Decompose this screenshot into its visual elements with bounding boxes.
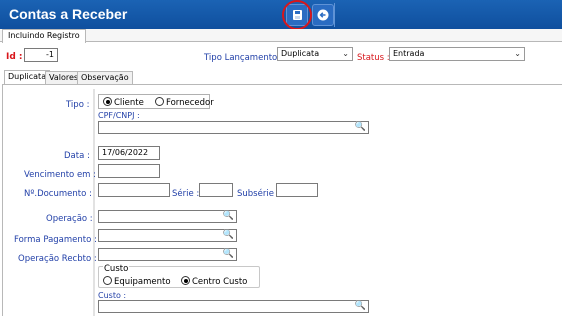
tipo-lancamento-label: Tipo Lançamento :: [204, 53, 283, 63]
back-button[interactable]: [312, 4, 334, 26]
radio-fornecedor[interactable]: Fornecedor: [155, 97, 214, 108]
search-icon[interactable]: 🔍: [223, 230, 234, 241]
status-label: Status :: [357, 53, 390, 63]
tab-duplicata[interactable]: Duplicata: [4, 70, 51, 85]
custo-input[interactable]: 🔍: [98, 300, 369, 313]
documento-input[interactable]: [98, 183, 170, 197]
search-icon[interactable]: 🔍: [355, 122, 366, 133]
back-icon: [317, 9, 329, 21]
search-icon[interactable]: 🔍: [223, 211, 234, 222]
subserie-label: Subsérie :: [237, 189, 280, 199]
radio-centro-custo[interactable]: Centro Custo: [181, 276, 247, 287]
forma-pagamento-label: Forma Pagamento :: [14, 235, 97, 245]
data-input[interactable]: 17/06/2022: [98, 146, 160, 160]
operacao-label: Operação :: [46, 214, 93, 224]
serie-label: Série :: [172, 189, 200, 199]
duplicata-panel: [2, 84, 562, 316]
status-value: Entrada: [393, 49, 425, 58]
tipo-label: Tipo :: [66, 100, 90, 110]
custo-label: Custo :: [98, 291, 127, 300]
status-select[interactable]: Entrada ⌄: [389, 47, 525, 61]
vencimento-label: Vencimento em :: [24, 170, 97, 180]
chevron-down-icon: ⌄: [514, 49, 521, 58]
tipo-lancamento-select[interactable]: Duplicata ⌄: [277, 47, 353, 61]
radio-cliente[interactable]: Cliente: [103, 97, 144, 108]
radio-unselected-icon: [103, 276, 112, 285]
radio-selected-icon: [103, 97, 112, 106]
window-title: Contas a Receber: [9, 6, 128, 22]
search-icon[interactable]: 🔍: [355, 301, 366, 312]
operacao-input[interactable]: 🔍: [98, 210, 237, 223]
radio-unselected-icon: [155, 97, 164, 106]
subserie-input[interactable]: [276, 183, 318, 197]
data-label: Data :: [64, 151, 90, 161]
forma-pagamento-input[interactable]: 🔍: [98, 229, 237, 242]
cpf-cnpj-input[interactable]: 🔍: [98, 121, 369, 134]
tab-incluindo-registro[interactable]: Incluindo Registro: [2, 29, 86, 43]
toolbar-separator: [334, 3, 335, 27]
vencimento-input[interactable]: [98, 164, 160, 178]
operacao-recbto-input[interactable]: 🔍: [98, 248, 237, 261]
documento-label: Nº.Documento :: [24, 189, 92, 199]
chevron-down-icon: ⌄: [342, 49, 349, 58]
title-bar: Contas a Receber: [0, 0, 562, 30]
custo-group-label: Custo: [103, 264, 130, 274]
cpf-cnpj-label: CPF/CNPJ :: [98, 111, 140, 120]
tipo-radio-group: Cliente Fornecedor: [98, 94, 214, 109]
highlight-circle: [282, 0, 312, 30]
radio-equipamento[interactable]: Equipamento: [103, 276, 171, 287]
search-icon[interactable]: 🔍: [223, 249, 234, 260]
radio-selected-icon: [181, 276, 190, 285]
tipo-lancamento-value: Duplicata: [281, 49, 320, 58]
id-label: Id :: [6, 52, 23, 62]
operacao-recbto-label: Operação Recbto :: [18, 254, 97, 264]
panel-divider: [93, 89, 95, 316]
serie-input[interactable]: [199, 183, 233, 197]
tab-observacao[interactable]: Observação: [77, 71, 133, 84]
custo-group: Custo Equipamento Centro Custo: [98, 264, 260, 288]
id-field[interactable]: -1: [24, 48, 58, 62]
